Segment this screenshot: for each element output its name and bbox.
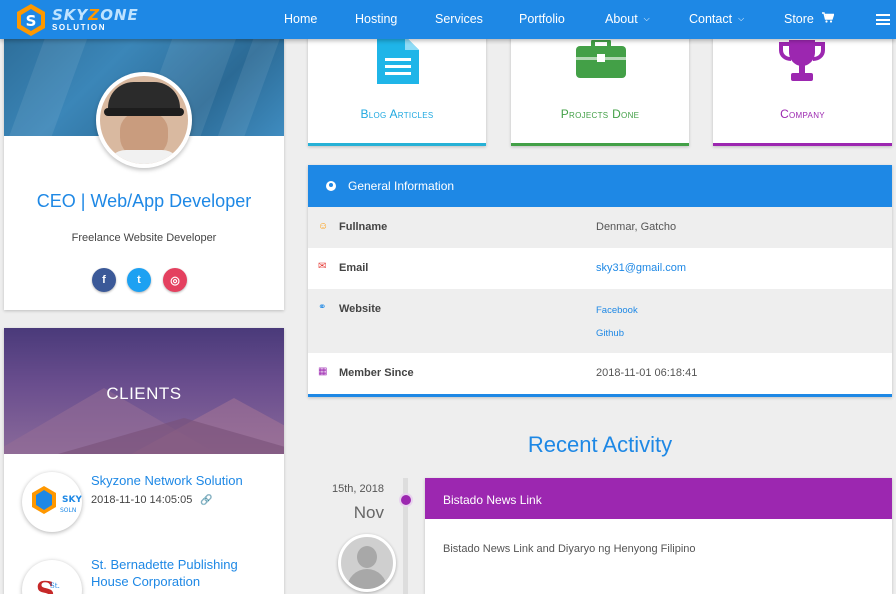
general-info-card: General Information ☺ Fullname Denmar, G… <box>308 165 892 397</box>
email-link[interactable]: sky31@gmail.com <box>596 262 686 274</box>
chevron-down-icon: ⌵ <box>738 14 745 23</box>
clients-title: CLIENTS <box>106 384 182 403</box>
activity-card[interactable]: Bistado News Link Bistado News Link and … <box>425 478 892 594</box>
facebook-link[interactable]: Facebook <box>596 305 638 316</box>
profile-card: CEO | Web/App Developer Freelance Websit… <box>4 39 284 310</box>
instagram-icon[interactable]: ◎ <box>163 268 187 292</box>
general-info-title: General Information <box>348 179 455 193</box>
nav-contact-label: Contact <box>689 12 733 26</box>
info-value: 2018-11-01 06:18:41 <box>596 367 698 379</box>
mail-icon: ✉ <box>318 261 327 272</box>
info-row-member-since: ▦ Member Since 2018-11-01 06:18:41 <box>308 353 892 394</box>
info-key: Website <box>339 303 381 315</box>
clients-card: CLIENTS SKY SOLN Skyzone Network Solutio… <box>4 328 284 594</box>
recent-activity-title: Recent Activity <box>527 432 673 457</box>
brand-line1-z: Z <box>88 5 101 24</box>
document-icon <box>377 36 419 89</box>
svg-text:SKY: SKY <box>62 495 82 505</box>
svg-text:SOLN: SOLN <box>60 507 76 514</box>
svg-text:St.: St. <box>50 582 60 590</box>
nav-about[interactable]: About ⌵ <box>605 12 650 26</box>
nav-home[interactable]: Home <box>284 12 317 26</box>
timeline-date: 15th, 2018 <box>332 483 384 495</box>
info-row-website: ⚭ Website Facebook Github <box>308 289 892 353</box>
info-value: Denmar, Gatcho <box>596 221 677 233</box>
activity-card-body: Bistado News Link and Diyaryo ng Henyong… <box>443 543 696 555</box>
calendar-icon: ▦ <box>318 366 328 377</box>
link-icon[interactable]: 🔗 <box>200 495 212 506</box>
client-logo-icon: S St. <box>22 560 82 594</box>
info-key: Member Since <box>339 367 414 379</box>
chevron-down-icon: ⌵ <box>643 14 650 23</box>
nav-store[interactable]: Store <box>784 12 835 26</box>
brand-line1-b: ONE <box>100 5 139 24</box>
stat-label: Company <box>780 107 825 121</box>
nav-about-label: About <box>605 12 638 26</box>
stat-label: Projects Done <box>560 107 640 121</box>
avatar <box>96 72 192 168</box>
link-icon: ⚭ <box>318 302 327 313</box>
facebook-icon[interactable]: f <box>92 268 116 292</box>
profile-subtitle: Freelance Website Developer <box>71 232 217 244</box>
client-logo-icon: SKY SOLN <box>22 472 82 532</box>
github-link[interactable]: Github <box>596 328 624 339</box>
client-name[interactable]: St. Bernadette Publishing House Corporat… <box>91 556 271 590</box>
nav-store-label: Store <box>784 12 814 26</box>
timeline-month: Nov <box>353 503 384 522</box>
info-row-fullname: ☺ Fullname Denmar, Gatcho <box>308 207 892 248</box>
info-row-email: ✉ Email sky31@gmail.com <box>308 248 892 289</box>
smiley-icon: ☺ <box>318 221 329 232</box>
info-key: Fullname <box>339 221 388 233</box>
client-name[interactable]: Skyzone Network Solution <box>91 472 271 489</box>
client-date: 2018-11-10 14:05:05 🔗 <box>91 494 213 506</box>
nav-hosting[interactable]: Hosting <box>355 12 397 26</box>
stat-label: Blog Articles <box>360 107 434 121</box>
nav-services[interactable]: Services <box>435 12 483 26</box>
brand-line2: SOLUTION <box>52 22 107 32</box>
nav-contact[interactable]: Contact ⌵ <box>689 12 744 26</box>
cart-icon <box>821 12 835 26</box>
user-circle-icon <box>326 181 336 191</box>
brand-logo[interactable]: S SKYZONE SOLUTION <box>12 1 139 38</box>
profile-title: CEO | Web/App Developer <box>36 191 252 211</box>
menu-icon[interactable] <box>876 14 890 25</box>
timeline-dot <box>399 493 413 507</box>
logo-icon: S <box>12 2 50 38</box>
clients-header-image: CLIENTS <box>4 328 284 454</box>
navbar: S SKYZONE SOLUTION Home Hosting Services… <box>0 0 896 39</box>
user-avatar-icon <box>338 534 396 592</box>
client-date-text: 2018-11-10 14:05:05 <box>91 494 193 506</box>
brand-line1-a: SKY <box>52 5 89 24</box>
general-info-header: General Information <box>308 165 892 207</box>
info-key: Email <box>339 262 369 274</box>
svg-text:S: S <box>26 12 37 30</box>
activity-card-title[interactable]: Bistado News Link <box>425 478 892 519</box>
twitter-icon[interactable]: t <box>127 268 151 292</box>
trophy-icon <box>779 40 825 87</box>
nav-portfolio[interactable]: Portfolio <box>519 12 565 26</box>
briefcase-icon <box>576 38 626 83</box>
